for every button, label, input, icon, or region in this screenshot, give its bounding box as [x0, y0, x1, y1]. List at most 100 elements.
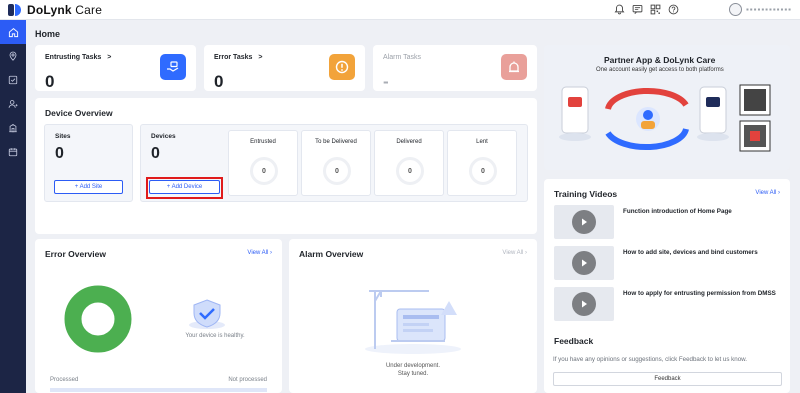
sidebar-item-building[interactable] — [0, 116, 26, 140]
alarm-icon — [501, 54, 527, 80]
app-name: DoLynk Care — [27, 3, 102, 17]
stat-label: Entrusted — [250, 139, 276, 145]
feedback-text: If you have any opinions or suggestions,… — [553, 356, 747, 363]
video-thumbnail — [554, 246, 614, 280]
task-title-text: Error Tasks — [214, 54, 253, 61]
video-title: How to add site, devices and bind custom… — [623, 249, 758, 256]
error-tasks-title: Error Tasks > — [214, 54, 262, 61]
stat-delivered[interactable]: Delivered 0 — [374, 130, 444, 196]
processed-label: Processed — [50, 377, 79, 383]
top-bar: DoLynk Care ▪▪▪▪▪▪▪▪▪▪▪▪ — [0, 0, 800, 20]
page-title: Home — [35, 29, 61, 39]
add-device-highlight — [146, 177, 223, 199]
error-tasks-value: 0 — [214, 72, 224, 91]
home-icon — [8, 27, 18, 37]
play-icon — [572, 292, 596, 316]
stat-lent[interactable]: Lent 0 — [447, 130, 517, 196]
users-icon — [8, 100, 18, 108]
error-overview-card: Error Overview View All › Your device is… — [35, 239, 282, 393]
stat-label: To be Delivered — [315, 139, 357, 145]
sidebar-item-home[interactable] — [0, 20, 26, 44]
stat-entrusted[interactable]: Entrusted 0 — [228, 130, 298, 196]
entrusting-tasks-title: Entrusting Tasks > — [45, 54, 111, 61]
user-name: ▪▪▪▪▪▪▪▪▪▪▪▪ — [745, 5, 792, 14]
error-donut-chart — [64, 285, 132, 353]
location-icon — [9, 51, 17, 61]
stat-value: 0 — [469, 157, 497, 185]
processed-progress-bar — [50, 388, 267, 392]
alarm-message-1: Under development. — [385, 363, 441, 369]
play-icon — [572, 251, 596, 275]
entrusting-tasks-value: 0 — [45, 72, 55, 91]
banner-illustration — [559, 84, 771, 152]
app-name-bold: DoLynk — [27, 2, 72, 17]
message-icon[interactable] — [631, 3, 644, 16]
training-videos-card: Training Videos View All › Function intr… — [544, 179, 790, 335]
sidebar-item-location[interactable] — [0, 44, 26, 68]
devices-label: Devices — [151, 133, 176, 140]
logo-mark-icon — [8, 3, 22, 16]
alarm-tasks-card: Alarm Tasks - — [373, 45, 537, 91]
healthy-shield-icon — [189, 299, 225, 329]
alarm-tasks-title: Alarm Tasks — [383, 54, 421, 61]
partner-app-banner[interactable]: Partner App & DoLynk Care One account ea… — [544, 45, 790, 170]
alarm-view-all-link: View All › — [502, 250, 527, 256]
training-view-all-link[interactable]: View All › — [755, 190, 780, 196]
stat-label: Delivered — [396, 139, 422, 145]
sites-value: 0 — [55, 145, 64, 162]
feedback-button[interactable]: Feedback — [553, 372, 782, 386]
chevron-right-icon: > — [107, 54, 112, 61]
error-view-all-link[interactable]: View All › — [247, 250, 272, 256]
video-title: Function introduction of Home Page — [623, 208, 732, 215]
video-item[interactable]: How to add site, devices and bind custom… — [554, 246, 794, 280]
devices-value: 0 — [151, 145, 160, 162]
header-icons — [613, 3, 680, 16]
video-item[interactable]: Function introduction of Home Page — [554, 205, 794, 239]
entrusting-tasks-card[interactable]: Entrusting Tasks > 0 — [35, 45, 196, 91]
add-site-button[interactable]: + Add Site — [54, 180, 123, 194]
video-item[interactable]: How to apply for entrusting permission f… — [554, 287, 794, 321]
user-menu[interactable]: ▪▪▪▪▪▪▪▪▪▪▪▪ — [728, 3, 792, 16]
video-thumbnail — [554, 287, 614, 321]
banner-title: Partner App & DoLynk Care — [604, 55, 716, 65]
stat-value: 0 — [250, 157, 278, 185]
app-name-rest: Care — [71, 2, 103, 17]
stat-label: Lent — [476, 139, 488, 145]
avatar — [728, 3, 742, 16]
alarm-tasks-value: - — [383, 72, 389, 91]
banner-subtitle: One account easily get access to both pl… — [596, 67, 724, 73]
stat-to-be-delivered[interactable]: To be Delivered 0 — [301, 130, 371, 196]
sidebar — [0, 20, 26, 393]
device-icon — [8, 75, 18, 85]
task-title-text: Entrusting Tasks — [45, 54, 102, 61]
error-overview-title: Error Overview — [45, 249, 106, 259]
device-overview-title: Device Overview — [45, 108, 113, 118]
error-tasks-card[interactable]: Error Tasks > 0 — [204, 45, 365, 91]
stat-value: 0 — [396, 157, 424, 185]
help-icon[interactable] — [667, 3, 680, 16]
chevron-right-icon: > — [258, 54, 263, 61]
under-construction-illustration — [365, 290, 461, 354]
qrcode-icon[interactable] — [649, 3, 662, 16]
feedback-title: Feedback — [554, 336, 594, 346]
error-icon — [329, 54, 355, 80]
sidebar-item-users[interactable] — [0, 92, 26, 116]
training-videos-title: Training Videos — [554, 189, 618, 199]
building-icon — [9, 124, 17, 133]
processed-progress-fill — [50, 388, 267, 392]
main-content: Home Entrusting Tasks > 0 Error Tasks > … — [26, 20, 800, 393]
sidebar-item-device[interactable] — [0, 68, 26, 92]
play-icon — [572, 210, 596, 234]
alarm-overview-card: Alarm Overview View All › Under developm… — [289, 239, 537, 393]
processed-donut-segment — [64, 285, 132, 353]
calendar-icon — [8, 148, 18, 157]
sidebar-item-calendar[interactable] — [0, 140, 26, 164]
feedback-card: Feedback If you have any opinions or sug… — [544, 328, 790, 393]
video-title: How to apply for entrusting permission f… — [623, 290, 776, 297]
entrust-icon — [160, 54, 186, 80]
stat-value: 0 — [323, 157, 351, 185]
bell-icon[interactable] — [613, 3, 626, 16]
video-thumbnail — [554, 205, 614, 239]
not-processed-label: Not processed — [228, 377, 267, 383]
app-logo[interactable]: DoLynk Care — [8, 3, 102, 17]
